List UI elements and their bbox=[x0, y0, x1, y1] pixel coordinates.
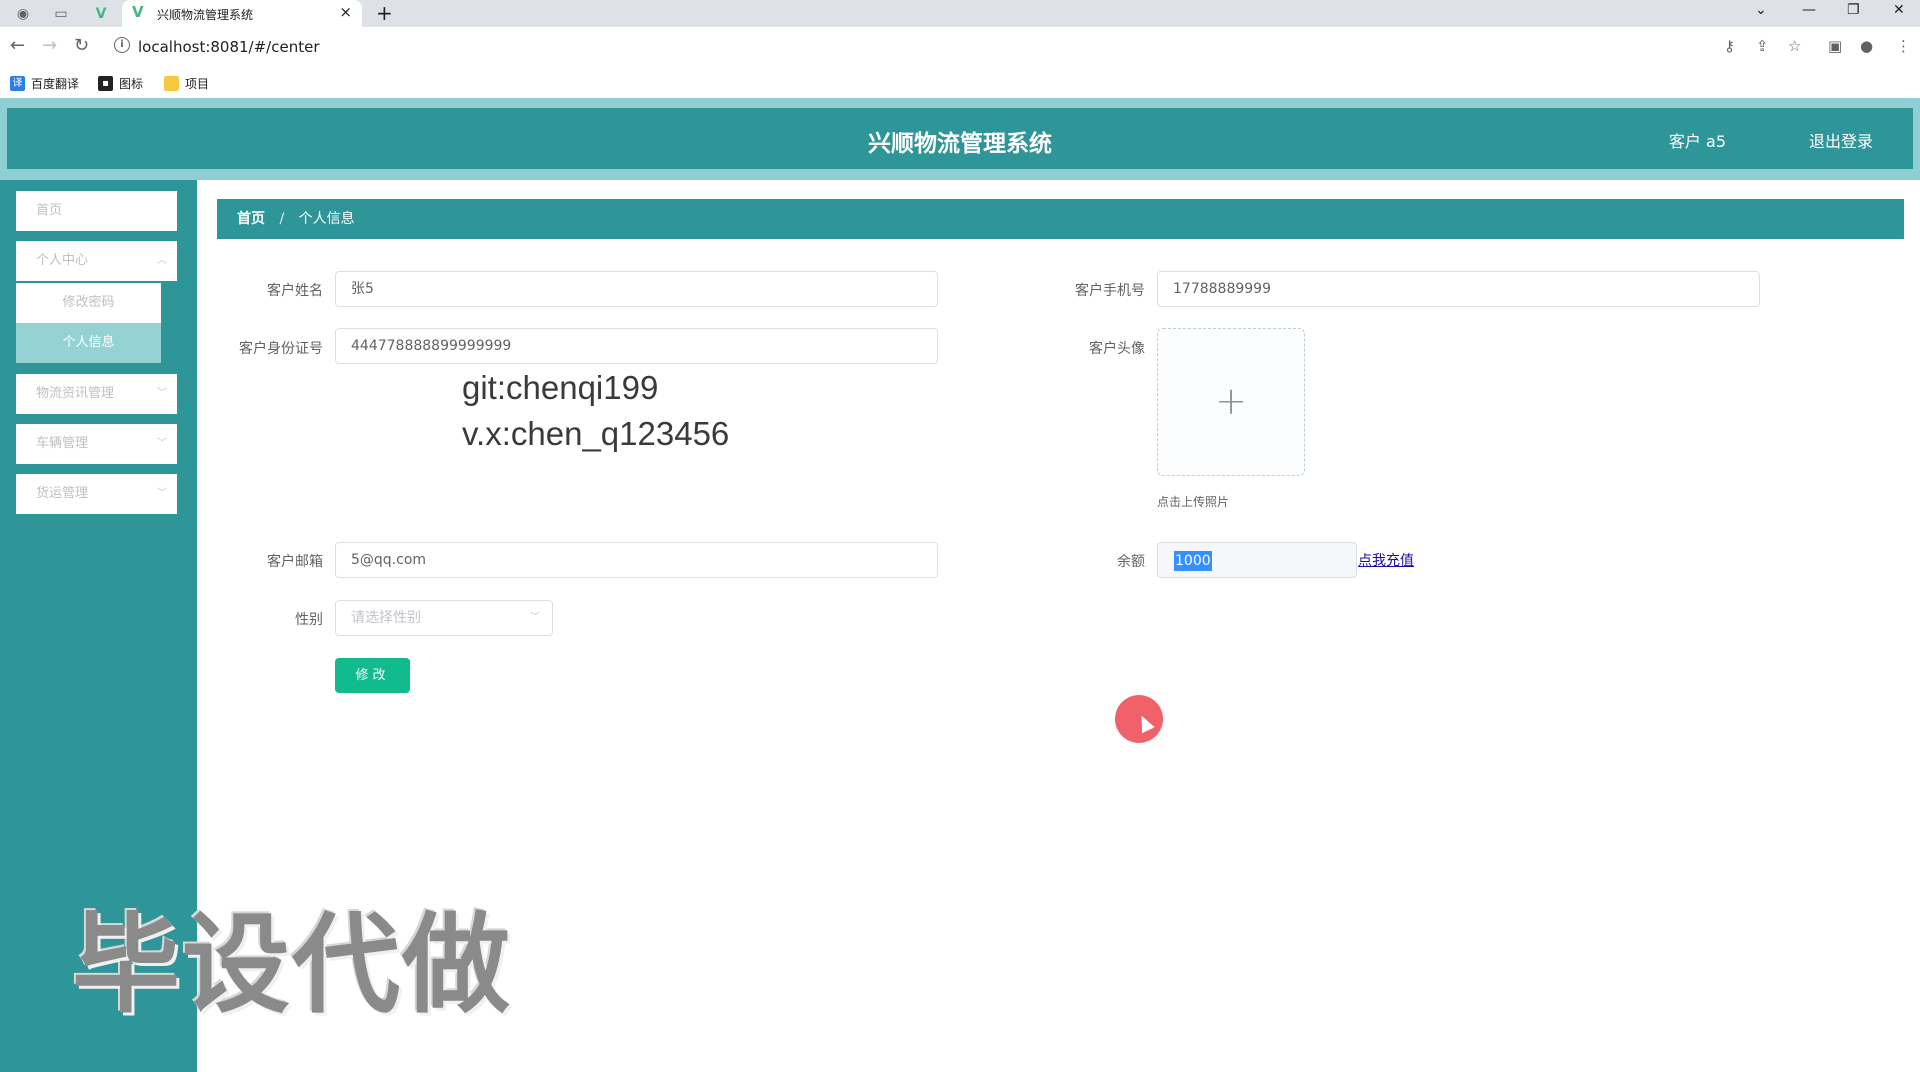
phone-input[interactable]: 17788889999 bbox=[1157, 271, 1760, 307]
minimize-icon[interactable]: — bbox=[1802, 2, 1816, 18]
chevron-up-icon: ︿ bbox=[157, 255, 167, 266]
sidebar-item-freight[interactable]: 货运管理 ﹀ bbox=[16, 474, 177, 514]
sidebar-item-vehicle[interactable]: 车辆管理 ﹀ bbox=[16, 424, 177, 464]
breadcrumb-current: 个人信息 bbox=[298, 211, 355, 227]
chevron-down-icon: ﹀ bbox=[157, 388, 167, 399]
watermark-big: 毕设代做 bbox=[72, 903, 513, 1028]
bookmarks-bar: 译 百度翻译 ▪ 图标 项目 bbox=[0, 68, 1920, 98]
upload-tip: 点击上传照片 bbox=[1157, 495, 1230, 509]
chevron-down-icon: ﹀ bbox=[530, 612, 540, 623]
sidebar-item-logistics-news[interactable]: 物流资讯管理 ﹀ bbox=[16, 374, 177, 414]
watermark-git: git:chenqi199 bbox=[462, 369, 659, 406]
phone-label: 客户手机号 bbox=[1075, 283, 1145, 299]
close-window-icon[interactable]: ✕ bbox=[1893, 2, 1905, 18]
site-info-icon[interactable]: i bbox=[114, 37, 130, 53]
menu-icon[interactable]: ⋮ bbox=[1896, 37, 1911, 55]
tab-active[interactable]: V 兴顺物流管理系统 × bbox=[122, 0, 362, 27]
bookmark-baidu-fanyi[interactable]: 译 百度翻译 bbox=[10, 75, 79, 92]
tab-pinned-icon[interactable]: ▭ bbox=[52, 5, 70, 23]
forward-icon[interactable]: → bbox=[42, 35, 57, 56]
bookmark-project[interactable]: 项目 bbox=[164, 75, 209, 92]
breadcrumb: 首页 / 个人信息 bbox=[217, 199, 1904, 239]
share-icon[interactable]: ⇪ bbox=[1756, 37, 1769, 55]
tab-title: 兴顺物流管理系统 bbox=[157, 8, 254, 22]
balance-value: 1000 bbox=[1174, 551, 1212, 571]
star-icon[interactable]: ☆ bbox=[1788, 37, 1801, 55]
address-bar: ← → ↻ i localhost:8081/#/center ⚷ ⇪ ☆ ▣ … bbox=[0, 27, 1920, 68]
sidebar-item-home[interactable]: 首页 bbox=[16, 191, 177, 231]
app-title: 兴顺物流管理系统 bbox=[868, 131, 1052, 157]
balance-label: 余额 bbox=[1117, 554, 1145, 570]
idcard-input[interactable]: 444778888899999999 bbox=[335, 328, 938, 364]
reload-icon[interactable]: ↻ bbox=[74, 35, 89, 56]
new-tab-icon[interactable]: + bbox=[376, 1, 393, 25]
name-label: 客户姓名 bbox=[267, 283, 323, 299]
breadcrumb-home[interactable]: 首页 bbox=[237, 211, 265, 227]
breadcrumb-separator: / bbox=[279, 211, 285, 227]
image-icon: ▪ bbox=[98, 76, 113, 91]
key-icon[interactable]: ⚷ bbox=[1724, 37, 1735, 55]
vue-icon[interactable]: V bbox=[92, 5, 110, 23]
translate-icon: 译 bbox=[10, 76, 25, 91]
sidepanel-icon[interactable]: ▣ bbox=[1828, 37, 1842, 55]
bookmark-icons[interactable]: ▪ 图标 bbox=[98, 75, 143, 92]
app-header: 兴顺物流管理系统 客户 a5 退出登录 bbox=[7, 108, 1913, 169]
chevron-down-icon: ﹀ bbox=[157, 438, 167, 449]
name-input[interactable]: 张5 bbox=[335, 271, 938, 307]
sidebar-item-personal-center[interactable]: 个人中心 ︿ bbox=[16, 241, 177, 281]
browser-tabstrip: ◉ ▭ V V 兴顺物流管理系统 × + ⌄ — ❐ ✕ bbox=[0, 0, 1920, 27]
logout-link[interactable]: 退出登录 bbox=[1809, 128, 1873, 152]
recharge-link[interactable]: 点我充值 bbox=[1358, 550, 1414, 570]
gender-label: 性别 bbox=[295, 612, 323, 628]
back-icon[interactable]: ← bbox=[10, 35, 25, 56]
email-label: 客户邮箱 bbox=[267, 554, 323, 570]
avatar-label: 客户头像 bbox=[1089, 341, 1145, 357]
profile-icon[interactable]: ● bbox=[1860, 37, 1873, 55]
idcard-label: 客户身份证号 bbox=[239, 341, 323, 357]
app-root: 兴顺物流管理系统 客户 a5 退出登录 首页 个人中心 ︿ 修改密码 个人信息 … bbox=[0, 98, 1920, 1072]
balance-input[interactable]: 1000 bbox=[1157, 542, 1357, 578]
restore-icon[interactable]: ❐ bbox=[1847, 2, 1860, 18]
sidebar-subitem-change-password[interactable]: 修改密码 bbox=[16, 283, 161, 323]
plus-icon: + bbox=[1215, 379, 1247, 423]
sidebar-subitem-personal-info[interactable]: 个人信息 bbox=[16, 323, 161, 363]
tab-search-icon[interactable]: ⌄ bbox=[1755, 2, 1767, 18]
url-text[interactable]: localhost:8081/#/center bbox=[138, 38, 320, 56]
watermark-wechat: v.x:chen_q123456 bbox=[462, 415, 730, 452]
folder-icon bbox=[164, 76, 179, 91]
gender-select[interactable]: 请选择性别 ﹀ bbox=[335, 600, 553, 636]
vue-favicon-icon: V bbox=[132, 3, 144, 21]
submit-button[interactable]: 修改 bbox=[335, 658, 410, 693]
current-user: 客户 a5 bbox=[1668, 132, 1726, 151]
globe-icon[interactable]: ◉ bbox=[14, 5, 32, 23]
email-input[interactable]: 5@qq.com bbox=[335, 542, 938, 578]
close-tab-icon[interactable]: × bbox=[339, 3, 352, 21]
chevron-down-icon: ﹀ bbox=[157, 488, 167, 499]
avatar-uploader[interactable]: + bbox=[1157, 328, 1305, 476]
